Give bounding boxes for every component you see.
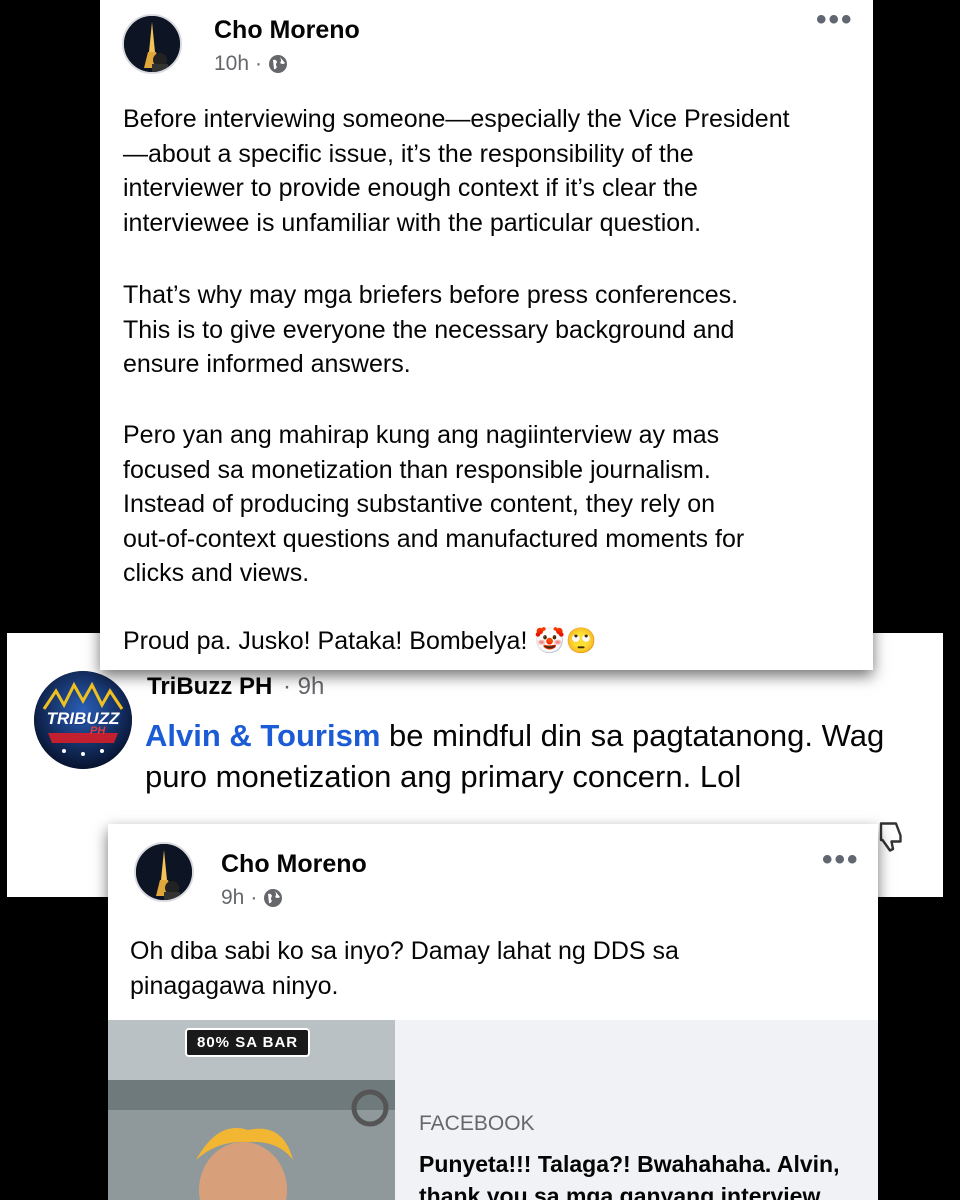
comment-mention[interactable]: Alvin & Tourism <box>145 718 380 753</box>
globe-icon[interactable] <box>263 888 283 908</box>
preview-image[interactable]: 80% SA BAR <box>108 1020 395 1200</box>
post-meta: 10h · <box>214 52 288 76</box>
tribuzz-logo-sub: PH <box>90 725 106 737</box>
author-avatar[interactable] <box>122 14 182 74</box>
link-preview[interactable]: 80% SA BAR FACEBOOK Punyeta!!! Talaga?! … <box>108 1020 878 1200</box>
preview-source: FACEBOOK <box>419 1112 535 1135</box>
post-author[interactable]: Cho Moreno <box>214 16 360 45</box>
post-text: Oh diba sabi ko sa inyo? Damay lahat ng … <box>130 937 679 1000</box>
post-time[interactable]: 9h <box>221 886 244 910</box>
post-card: Cho Moreno 10h · ••• Before interviewing… <box>100 0 873 670</box>
avatar-photo <box>124 16 180 72</box>
post-meta: 9h · <box>221 886 283 910</box>
post-time[interactable]: 10h <box>214 52 249 76</box>
post-paragraph-2: That’s why may mga briefers before press… <box>123 281 739 378</box>
globe-icon[interactable] <box>268 54 288 74</box>
post-author[interactable]: Cho Moreno <box>221 850 367 879</box>
post-paragraph-4: Proud pa. Jusko! Pataka! Bombelya! 🤡🙄 <box>123 627 597 655</box>
more-options-icon[interactable]: ••• <box>816 5 854 35</box>
more-options-icon[interactable]: ••• <box>822 845 860 875</box>
meta-separator: · <box>255 52 263 75</box>
author-avatar[interactable] <box>134 842 194 902</box>
post-card: Cho Moreno 9h · ••• Oh diba sabi ko sa i… <box>108 824 878 1200</box>
preview-badge: 80% SA BAR <box>185 1028 311 1057</box>
comment-author[interactable]: TriBuzz PH <box>147 673 272 701</box>
comment-text: Alvin & Tourism be mindful din sa pagtat… <box>145 715 935 797</box>
preview-title[interactable]: Punyeta!!! Talaga?! Bwahahaha. Alvin, th… <box>419 1148 859 1200</box>
tribuzz-logo-text: TRIBUZZ <box>46 709 120 728</box>
post-paragraph-3: Pero yan ang mahirap kung ang nagiinterv… <box>123 421 745 587</box>
dislike-icon[interactable] <box>875 819 911 855</box>
avatar-photo <box>136 844 192 900</box>
meta-separator: · <box>250 886 258 909</box>
post-paragraph-1: Before interviewing someone—especially t… <box>123 105 790 237</box>
tribuzz-avatar[interactable]: TRIBUZZ PH <box>34 671 132 769</box>
comment-time: · 9h <box>283 673 325 700</box>
